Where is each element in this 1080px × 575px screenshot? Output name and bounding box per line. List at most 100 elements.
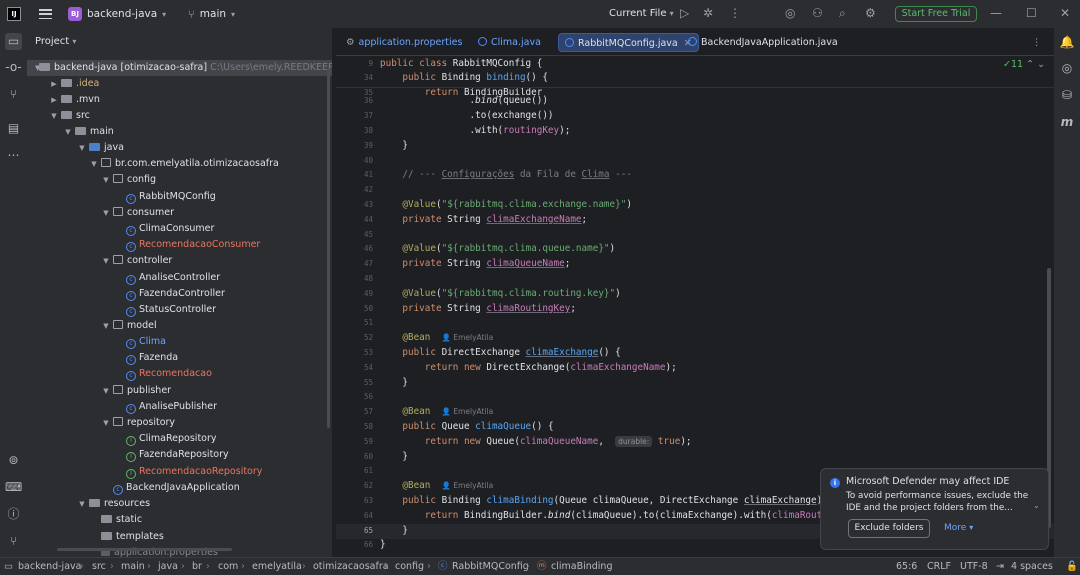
tree-item-statuscontroller[interactable]: c StatusController (27, 302, 332, 318)
tree-item-recomendacaorepository[interactable]: I RecomendacaoRepository (27, 464, 332, 480)
add-user-icon[interactable]: ⚇ (812, 6, 823, 20)
maven-icon[interactable]: m (1059, 114, 1075, 130)
indent-setting[interactable]: 4 spaces (1011, 558, 1053, 575)
project-switcher[interactable]: backend-java (87, 8, 157, 20)
breadcrumb-item[interactable]: main (121, 558, 145, 575)
expand-arrow-icon[interactable]: ▼ (101, 253, 111, 269)
expand-arrow-icon[interactable]: ▼ (101, 415, 111, 431)
author-hint[interactable]: 👤 EmelyAtila (442, 481, 494, 490)
tree-item-controller[interactable]: ▼ controller (27, 253, 332, 269)
tree-item-backendjavaapplication[interactable]: c BackendJavaApplication (27, 480, 332, 496)
run-icon[interactable]: ▷ (680, 6, 689, 20)
tree-item-publisher[interactable]: ▼ publisher (27, 383, 332, 399)
pull-requests-icon[interactable]: ⑂ (5, 86, 22, 103)
expand-arrow-icon[interactable]: ▼ (101, 318, 111, 334)
database-icon[interactable]: ⛁ (1059, 87, 1075, 103)
chevron-up-icon[interactable]: ⌃ (1026, 59, 1034, 70)
more-tools-icon[interactable]: ⋯ (5, 147, 22, 164)
chevron-down-icon[interactable]: ▾ (231, 10, 235, 19)
author-hint[interactable]: 👤 EmelyAtila (442, 407, 494, 416)
expand-arrow-icon[interactable]: ▶ (49, 76, 59, 92)
start-free-trial-button[interactable]: Start Free Trial (895, 6, 977, 22)
lock-icon[interactable]: 🔓 (1066, 558, 1078, 575)
tree-item-static[interactable]: static (27, 512, 332, 528)
tab-rabbitmqconfig-java[interactable]: RabbitMQConfig.java ✕ (558, 33, 699, 52)
expand-arrow-icon[interactable]: ▼ (101, 383, 111, 399)
tree-item-fazendarepository[interactable]: I FazendaRepository (27, 447, 332, 463)
tree-item-fazendacontroller[interactable]: c FazendaController (27, 286, 332, 302)
tree-item-application-properties[interactable]: application.properties (27, 545, 332, 557)
settings-gear-icon[interactable]: ⚙ (865, 6, 876, 20)
breadcrumb-item[interactable]: com (218, 558, 238, 575)
breadcrumb-item[interactable]: config (395, 558, 424, 575)
tree-item-analisepublisher[interactable]: c AnalisePublisher (27, 399, 332, 415)
tab-backendjavaapplication-java[interactable]: BackendJavaApplication.java (688, 33, 838, 52)
file-encoding[interactable]: UTF-8 (960, 558, 988, 575)
expand-arrow-icon[interactable]: ▼ (63, 124, 73, 140)
close-icon[interactable]: ✕ (1060, 6, 1070, 20)
notifications-icon[interactable]: 🔔 (1059, 34, 1075, 50)
breadcrumb-item[interactable]: backend-java (18, 558, 81, 575)
exclude-folders-button[interactable]: Exclude folders (848, 519, 930, 538)
expand-arrow-icon[interactable]: ▼ (49, 108, 59, 124)
more-actions-icon[interactable]: ⋮ (729, 6, 741, 20)
breadcrumb-item[interactable]: src (92, 558, 106, 575)
chevron-down-icon[interactable]: ⌄ (1033, 501, 1040, 510)
project-horizontal-scrollbar[interactable] (57, 548, 232, 551)
tree-item-package[interactable]: ▼ br.com.emelyatila.otimizacaosafra (27, 156, 332, 172)
expand-arrow-icon[interactable]: ▼ (101, 172, 111, 188)
structure-icon[interactable]: ▤ (5, 120, 22, 137)
inspection-widget[interactable]: ✓11 ⌃ ⌄ (1003, 59, 1045, 70)
minimize-icon[interactable]: — (990, 6, 1002, 20)
branch-switcher[interactable]: main (200, 8, 226, 20)
project-badge[interactable]: BJ (68, 7, 82, 21)
breadcrumb-item[interactable]: climaBinding (551, 558, 612, 575)
cursor-position[interactable]: 65:6 (896, 558, 917, 575)
commit-icon[interactable]: -o- (5, 59, 22, 76)
tree-item-src[interactable]: ▼ src (27, 108, 332, 124)
search-icon[interactable]: ⌕ (839, 6, 846, 21)
tree-item-mvn[interactable]: ▶ .mvn (27, 92, 332, 108)
tree-root[interactable]: ▼ backend-java [otimizacao-safra] C:\User… (27, 60, 332, 76)
tree-item-recomendacao[interactable]: c Recomendacao (27, 366, 332, 382)
tab-application-properties[interactable]: ⚙ application.properties (346, 33, 462, 52)
tree-item-clima[interactable]: c Clima (27, 334, 332, 350)
tree-item-analisecontroller[interactable]: c AnaliseController (27, 270, 332, 286)
ai-chat-icon[interactable]: ◎ (1059, 60, 1075, 76)
tab-clima-java[interactable]: Clima.java (478, 33, 541, 52)
breadcrumb-item[interactable]: java (158, 558, 178, 575)
breadcrumb-item[interactable]: emelyatila (252, 558, 302, 575)
tabs-more-icon[interactable]: ⋮ (1032, 33, 1042, 52)
breadcrumb-item[interactable]: otimizacaosafra (313, 558, 389, 575)
project-panel-header[interactable]: Project ▾ (35, 36, 76, 47)
run-services-icon[interactable]: ⊚ (5, 452, 22, 469)
tree-item-main[interactable]: ▼ main (27, 124, 332, 140)
tree-item-climarepository[interactable]: I ClimaRepository (27, 431, 332, 447)
tree-item-recomendacaoconsumer[interactable]: c RecomendacaoConsumer (27, 237, 332, 253)
expand-arrow-icon[interactable]: ▶ (49, 92, 59, 108)
run-config-selector[interactable]: Current File ▾ (609, 8, 674, 19)
tree-item-repository[interactable]: ▼ repository (27, 415, 332, 431)
expand-arrow-icon[interactable]: ▼ (77, 496, 87, 512)
tree-item-climaconsumer[interactable]: c ClimaConsumer (27, 221, 332, 237)
line-separator[interactable]: CRLF (927, 558, 951, 575)
tree-item-resources[interactable]: ▼ resources (27, 496, 332, 512)
project-scrollbar[interactable] (327, 68, 330, 428)
tree-item-config[interactable]: ▼ config (27, 172, 332, 188)
chevron-down-icon[interactable]: ▾ (162, 10, 166, 19)
tree-item-consumer[interactable]: ▼ consumer (27, 205, 332, 221)
breadcrumb-item[interactable]: RabbitMQConfig (452, 558, 529, 575)
tree-item-rabbitmqconfig[interactable]: c RabbitMQConfig (27, 189, 332, 205)
ai-assistant-icon[interactable]: ◎ (785, 6, 795, 20)
debug-icon[interactable]: ✲ (703, 6, 713, 20)
tree-item-fazenda[interactable]: c Fazenda (27, 350, 332, 366)
breadcrumb-item[interactable]: br (192, 558, 202, 575)
project-folder-icon[interactable]: ▭ (5, 33, 22, 50)
chevron-down-icon[interactable]: ⌄ (1037, 59, 1045, 70)
git-branch-icon[interactable]: ⑂ (188, 8, 195, 21)
expand-arrow-icon[interactable]: ▼ (27, 60, 40, 76)
expand-arrow-icon[interactable]: ▼ (101, 205, 111, 221)
tree-item-idea[interactable]: ▶ .idea (27, 76, 332, 92)
terminal-icon[interactable]: ⌨ (5, 479, 22, 496)
expand-arrow-icon[interactable]: ▼ (77, 140, 87, 156)
